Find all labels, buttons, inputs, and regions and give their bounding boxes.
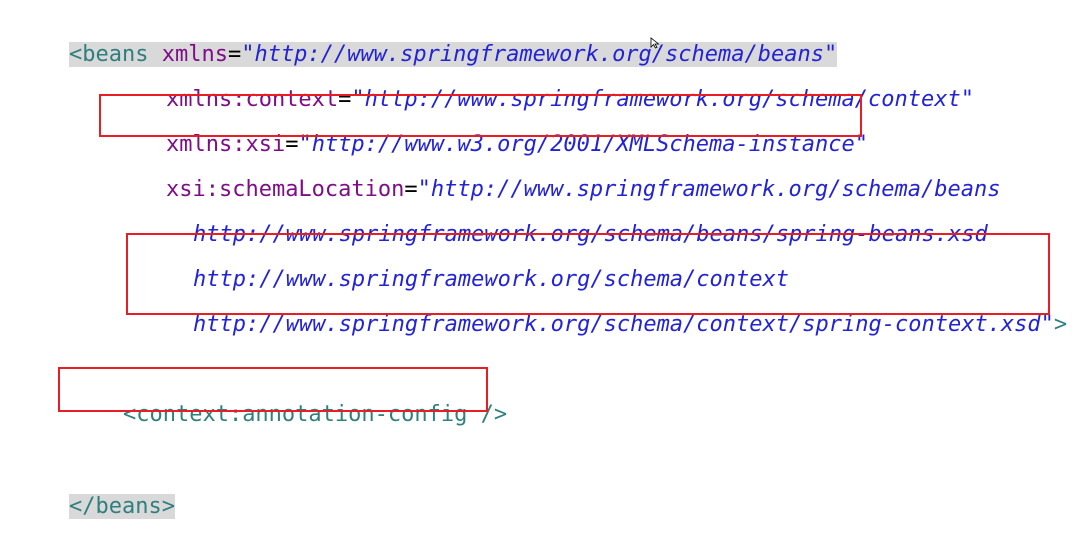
code-line-beans-xsd: http://www.springframework.org/schema/be… xyxy=(140,190,988,247)
code-editor[interactable]: <beans xmlns="http://www.springframework… xyxy=(0,0,1076,519)
tag-close-end-bracket: > xyxy=(161,494,175,519)
highlight-box-context-schema xyxy=(126,233,1050,315)
code-line-xmlns-context: xmlns:context="http://www.springframewor… xyxy=(113,55,974,112)
highlight-box-xmlns-xsi xyxy=(99,94,862,137)
highlight-box-annotation-config xyxy=(58,367,488,412)
beans-close-highlight: </beans> xyxy=(68,494,175,519)
tag-close-bracket: > xyxy=(1053,312,1068,337)
code-line-beans-open: <beans xmlns="http://www.springframework… xyxy=(16,10,838,67)
tag-name-beans-close: beans xyxy=(95,494,162,519)
code-line-schema-location: xsi:schemaLocation="http://www.springfra… xyxy=(113,145,1000,202)
tag-open-bracket: < xyxy=(68,42,83,67)
tag-close-open-bracket: </ xyxy=(68,494,96,519)
mouse-cursor-icon xyxy=(650,37,660,49)
value-context-xsd: http://www.springframework.org/schema/co… xyxy=(192,312,1054,337)
code-line-beans-close: </beans> xyxy=(16,462,175,519)
